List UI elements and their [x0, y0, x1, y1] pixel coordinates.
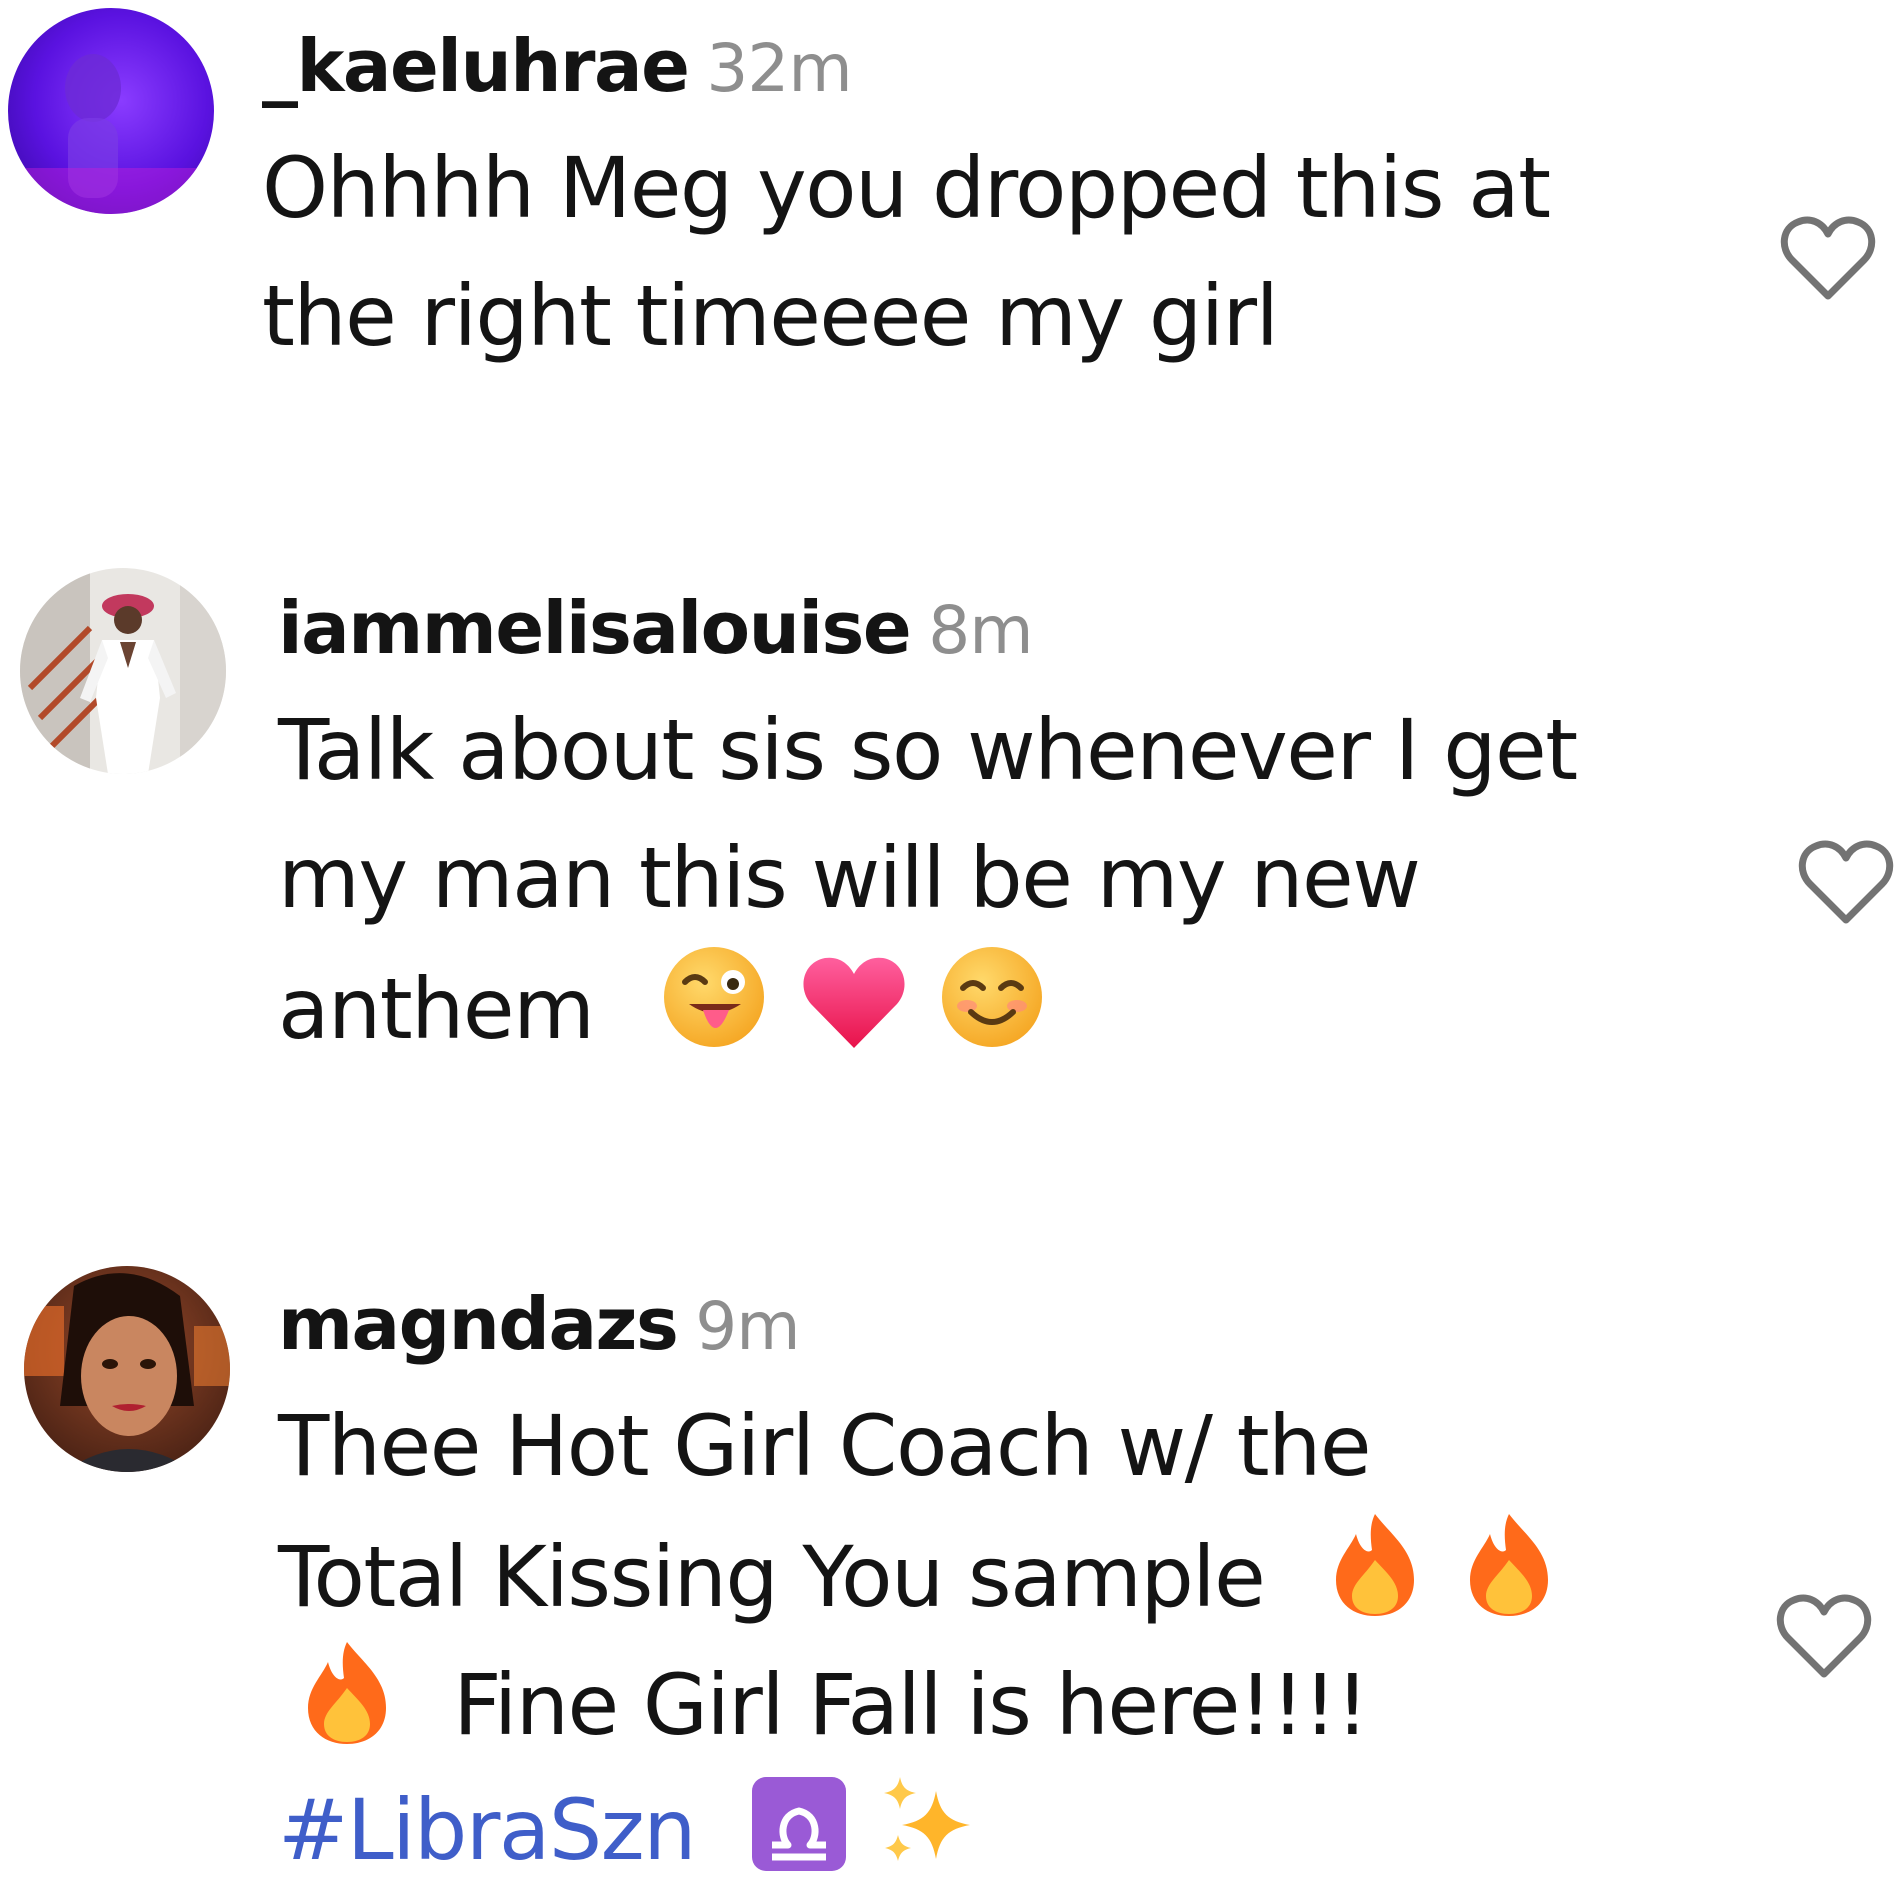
like-button[interactable] — [1796, 836, 1896, 928]
winking-tongue-face-icon — [659, 942, 769, 1052]
hashtag-link[interactable]: #LibraSzn — [278, 1781, 697, 1879]
like-button[interactable] — [1778, 212, 1878, 304]
comment-text-line: the right timeeee my girl — [262, 267, 1279, 365]
fire-icon — [1330, 1510, 1420, 1620]
avatar[interactable] — [20, 568, 226, 774]
comment-header: _kaeluhrae 32m — [262, 14, 1742, 118]
like-button[interactable] — [1774, 1590, 1874, 1682]
comment-text-line: Ohhhh Meg you dropped this at — [262, 139, 1551, 237]
comment-text: Thee Hot Girl Coach w/ the Total Kissing… — [278, 1382, 1758, 1894]
sparkles-icon — [878, 1773, 978, 1873]
username-link[interactable]: _kaeluhrae — [262, 24, 690, 108]
avatar[interactable] — [24, 1266, 230, 1472]
avatar-image — [24, 1266, 230, 1472]
comment-text-line: #LibraSzn — [278, 1766, 1758, 1894]
comment-text-line: Talk about sis so whenever I get — [278, 701, 1578, 799]
comment-text-fragment: anthem — [278, 960, 595, 1058]
comment-text-line: Fine Girl Fall is here!!!! — [278, 1638, 1758, 1766]
comment-text: Talk about sis so whenever I get my man … — [278, 686, 1758, 1070]
comment-header: iammelisalouise 8m — [278, 576, 1758, 680]
comment-body: magndazs 9m Thee Hot Girl Coach w/ the To… — [278, 1272, 1758, 1894]
comment-text: Ohhhh Meg you dropped this at the right … — [262, 124, 1742, 380]
red-heart-icon — [799, 952, 909, 1052]
heart-outline-icon — [1776, 1594, 1872, 1678]
username-link[interactable]: iammelisalouise — [278, 586, 912, 670]
avatar[interactable] — [8, 8, 214, 214]
comment-body: _kaeluhrae 32m Ohhhh Meg you dropped this… — [262, 14, 1742, 380]
comment-text-fragment: Fine Girl Fall is here!!!! — [453, 1656, 1369, 1754]
comment-timestamp: 8m — [928, 592, 1033, 669]
libra-icon — [750, 1775, 848, 1873]
comment-text-line: Total Kissing You sample — [278, 1510, 1758, 1638]
username-link[interactable]: magndazs — [278, 1282, 679, 1366]
smiling-face-icon — [937, 942, 1047, 1052]
comment-header: magndazs 9m — [278, 1272, 1758, 1376]
fire-icon — [1464, 1510, 1554, 1620]
comment-text-line: anthem — [278, 942, 1758, 1070]
comment-text-line: my man this will be my new — [278, 829, 1421, 927]
fire-icon — [302, 1638, 392, 1748]
comment-timestamp: 32m — [706, 30, 852, 107]
comment-text-fragment: Total Kissing You sample — [278, 1528, 1266, 1626]
comment-body: iammelisalouise 8m Talk about sis so when… — [278, 576, 1758, 1070]
avatar-image — [20, 568, 226, 774]
comment-timestamp: 9m — [695, 1288, 800, 1365]
heart-outline-icon — [1780, 216, 1876, 300]
avatar-image — [8, 8, 214, 214]
heart-outline-icon — [1798, 840, 1894, 924]
comment-text-line: Thee Hot Girl Coach w/ the — [278, 1397, 1372, 1495]
